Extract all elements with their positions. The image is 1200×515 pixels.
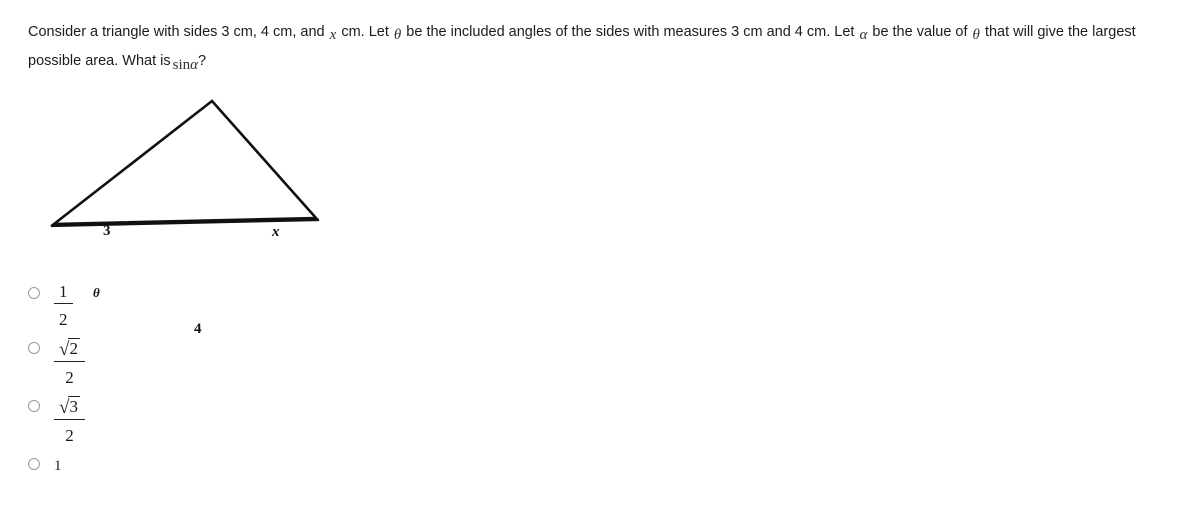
answer-option-sqrt3-over-2[interactable]: √3 2 bbox=[28, 396, 85, 444]
question-segment-3: be the included angles of the sides with… bbox=[406, 24, 855, 40]
triangle-label-side-3: 3 bbox=[103, 223, 111, 239]
question-segment-2: cm. Let bbox=[341, 24, 389, 40]
fraction-numerator: 1 bbox=[54, 283, 73, 304]
triangle-label-side-4: 4 bbox=[194, 321, 202, 337]
math-var-theta-2: θ bbox=[972, 27, 980, 43]
math-var-x: x bbox=[329, 27, 337, 43]
math-var-alpha-2: α bbox=[190, 57, 199, 73]
fraction: 1 2 bbox=[54, 283, 73, 328]
math-var-alpha: α bbox=[859, 27, 868, 43]
square-root-icon: √ bbox=[59, 397, 70, 418]
fraction-denominator: 2 bbox=[59, 310, 68, 329]
radicand-value: 3 bbox=[68, 396, 80, 416]
fraction-denominator: 2 bbox=[65, 426, 74, 445]
question-segment-4: be the value of bbox=[872, 24, 968, 40]
fraction: √3 2 bbox=[54, 396, 85, 444]
radio-button-icon[interactable] bbox=[28, 342, 40, 354]
question-text: Consider a triangle with sides 3 cm, 4 c… bbox=[28, 18, 1178, 76]
fraction-denominator: 2 bbox=[65, 368, 74, 387]
triangle-shape bbox=[50, 99, 319, 226]
answer-option-one-half[interactable]: 1 2 bbox=[28, 283, 73, 328]
radio-button-icon[interactable] bbox=[28, 287, 40, 299]
radicand-value: 2 bbox=[68, 338, 80, 358]
triangle-svg bbox=[50, 99, 320, 228]
math-var-theta: θ bbox=[393, 27, 402, 43]
answer-option-one[interactable]: 1 bbox=[28, 454, 62, 475]
fraction: √2 2 bbox=[54, 338, 85, 386]
answer-option-value: 1 bbox=[54, 454, 62, 475]
question-segment-1: Consider a triangle with sides 3 cm, 4 c… bbox=[28, 24, 325, 40]
fraction-numerator: √2 bbox=[54, 338, 85, 362]
radical-expression: √3 bbox=[59, 396, 80, 418]
radio-button-icon[interactable] bbox=[28, 458, 40, 470]
sin-function-label: sin bbox=[172, 57, 191, 73]
fraction-numerator: √3 bbox=[54, 396, 85, 420]
answer-option-value: √2 2 bbox=[54, 338, 85, 386]
radio-button-icon[interactable] bbox=[28, 400, 40, 412]
triangle-label-side-x: x bbox=[272, 224, 280, 240]
triangle-label-angle-theta: θ bbox=[93, 285, 100, 300]
radical-expression: √2 bbox=[59, 338, 80, 360]
square-root-icon: √ bbox=[59, 339, 70, 360]
math-expression-sin-alpha: sinα bbox=[171, 57, 198, 73]
answer-option-sqrt2-over-2[interactable]: √2 2 bbox=[28, 338, 85, 386]
answer-option-value: 1 2 bbox=[54, 283, 73, 328]
question-segment-6: ? bbox=[198, 53, 207, 69]
scalar-value: 1 bbox=[54, 458, 62, 474]
triangle-figure: 3 x θ 4 bbox=[0, 85, 380, 337]
answer-option-value: √3 2 bbox=[54, 396, 85, 444]
